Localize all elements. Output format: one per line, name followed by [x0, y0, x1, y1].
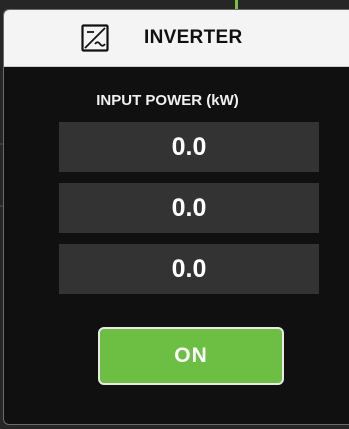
panel-title: INVERTER	[144, 27, 243, 48]
panel-header: INVERTER	[4, 10, 349, 67]
inverter-panel: INVERTER INPUT POWER (kW) 0.0 0.0 0.0 ON	[3, 9, 349, 425]
input-power-value-2: 0.0	[59, 183, 319, 233]
on-button[interactable]: ON	[98, 327, 284, 385]
inverter-icon	[81, 24, 109, 52]
input-power-value-1: 0.0	[59, 122, 319, 172]
input-power-label: INPUT POWER (kW)	[96, 92, 239, 109]
input-power-value-3: 0.0	[59, 244, 319, 294]
